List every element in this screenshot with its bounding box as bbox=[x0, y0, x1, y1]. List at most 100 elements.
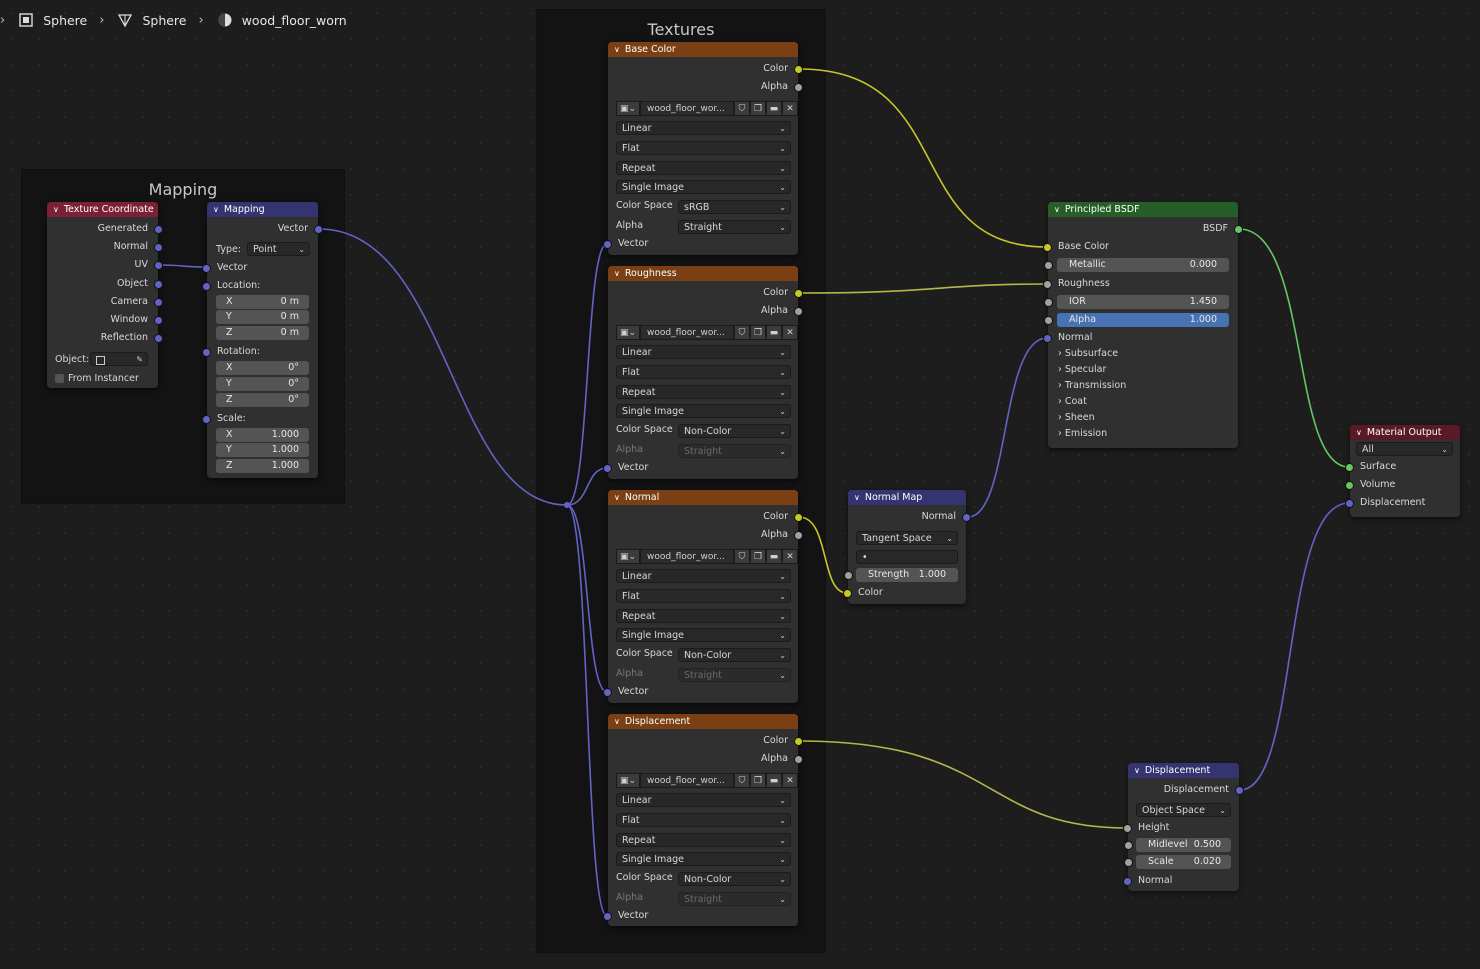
panel-sheen[interactable]: › Sheen bbox=[1058, 412, 1095, 423]
fake-user-icon[interactable]: ⛉ bbox=[734, 325, 750, 340]
socket[interactable] bbox=[1345, 481, 1354, 490]
socket[interactable] bbox=[603, 912, 612, 921]
colorspace-dropdown[interactable]: Non-Color ⌄ bbox=[678, 648, 791, 662]
socket[interactable] bbox=[1044, 298, 1053, 307]
ior-field[interactable]: IOR 1.450 bbox=[1044, 295, 1229, 309]
alpha-mode-dropdown[interactable]: Straight ⌄ bbox=[678, 220, 791, 234]
node-material-output[interactable]: ∨ Material Output All ⌄ Surface Volume Dis… bbox=[1345, 425, 1460, 517]
image-browse-icon[interactable]: ▣⌄ bbox=[616, 325, 640, 340]
chevron-down-icon[interactable]: ∨ bbox=[1134, 763, 1140, 778]
socket[interactable] bbox=[794, 307, 803, 316]
colorspace-dropdown[interactable]: Non-Color ⌄ bbox=[678, 424, 791, 438]
node-editor-canvas[interactable]: Mapping Textures › Sphere › Sphere › woo… bbox=[0, 0, 1480, 969]
close-icon[interactable]: ✕ bbox=[782, 549, 798, 564]
duplicate-icon[interactable]: ❐ bbox=[750, 773, 766, 788]
type-dropdown[interactable]: Point ⌄ bbox=[247, 242, 310, 256]
colorspace-dropdown[interactable]: sRGB ⌄ bbox=[678, 200, 791, 214]
eyedropper-icon[interactable]: ✎ bbox=[136, 353, 143, 367]
socket[interactable] bbox=[794, 737, 803, 746]
socket[interactable] bbox=[1044, 261, 1053, 270]
node-header[interactable]: ∨ Mapping bbox=[207, 202, 318, 217]
fake-user-icon[interactable]: ⛉ bbox=[734, 101, 750, 116]
panel-emission[interactable]: › Emission bbox=[1058, 428, 1107, 439]
chevron-down-icon[interactable]: ∨ bbox=[614, 42, 620, 57]
node-header[interactable]: ∨ Base Color bbox=[608, 42, 798, 57]
duplicate-icon[interactable]: ❐ bbox=[750, 101, 766, 116]
image-selector[interactable]: ▣⌄ wood_floor_wor... ⛉ ❐ ▬ ✕ bbox=[616, 549, 798, 564]
interpolation-dropdown[interactable]: Linear ⌄ bbox=[616, 569, 791, 583]
socket[interactable] bbox=[603, 240, 612, 249]
socket[interactable] bbox=[1043, 243, 1052, 252]
chevron-down-icon[interactable]: ∨ bbox=[213, 202, 219, 217]
socket[interactable] bbox=[1123, 824, 1132, 833]
extension-dropdown[interactable]: Repeat ⌄ bbox=[616, 161, 791, 175]
projection-dropdown[interactable]: Flat ⌄ bbox=[616, 813, 791, 827]
node-header[interactable]: ∨ Material Output bbox=[1350, 425, 1460, 440]
colorspace-dropdown[interactable]: Non-Color ⌄ bbox=[678, 872, 791, 886]
uvmap-field[interactable]: • bbox=[856, 550, 958, 564]
duplicate-icon[interactable]: ❐ bbox=[750, 325, 766, 340]
scale-y-field[interactable]: Y 1.000 bbox=[216, 443, 309, 457]
extension-dropdown[interactable]: Repeat ⌄ bbox=[616, 385, 791, 399]
location-x-field[interactable]: X0 m bbox=[216, 295, 309, 309]
node-mapping[interactable]: ∨ Mapping Vector Type: Point ⌄ Vector Loca… bbox=[202, 202, 323, 478]
node-header[interactable]: ∨ Principled BSDF bbox=[1048, 202, 1238, 217]
source-dropdown[interactable]: Single Image ⌄ bbox=[616, 852, 791, 866]
socket[interactable] bbox=[154, 225, 163, 234]
alpha-field[interactable]: Alpha 1.000 bbox=[1044, 313, 1229, 327]
node-header[interactable]: ∨ Displacement bbox=[608, 714, 798, 729]
image-selector[interactable]: ▣⌄ wood_floor_wor... ⛉ ❐ ▬ ✕ bbox=[616, 773, 798, 788]
strength-field[interactable]: Strength 1.000 bbox=[844, 568, 958, 582]
source-dropdown[interactable]: Single Image ⌄ bbox=[616, 180, 791, 194]
socket[interactable] bbox=[1345, 499, 1354, 508]
close-icon[interactable]: ✕ bbox=[782, 773, 798, 788]
folder-icon[interactable]: ▬ bbox=[766, 325, 782, 340]
node-header[interactable]: ∨ Texture Coordinate bbox=[47, 202, 158, 217]
scale-x-field[interactable]: X 1.000 bbox=[216, 428, 309, 442]
node-normal-map[interactable]: ∨ Normal Map Normal Tangent Space ⌄ • Stre… bbox=[843, 490, 971, 604]
socket[interactable] bbox=[844, 571, 853, 580]
midlevel-field[interactable]: Midlevel 0.500 bbox=[1124, 838, 1231, 852]
chevron-down-icon[interactable]: ∨ bbox=[614, 266, 620, 281]
rotation-z-field[interactable]: Z 0° bbox=[216, 393, 309, 407]
scale-field[interactable]: Scale 0.020 bbox=[1124, 855, 1231, 869]
socket[interactable] bbox=[154, 243, 163, 252]
chevron-down-icon[interactable]: ∨ bbox=[614, 490, 620, 505]
projection-dropdown[interactable]: Flat ⌄ bbox=[616, 365, 791, 379]
panel-specular[interactable]: › Specular bbox=[1058, 364, 1106, 375]
socket[interactable] bbox=[794, 513, 803, 522]
interpolation-dropdown[interactable]: Linear ⌄ bbox=[616, 121, 791, 135]
fake-user-icon[interactable]: ⛉ bbox=[734, 773, 750, 788]
socket[interactable] bbox=[603, 688, 612, 697]
node-image-texture[interactable]: ∨ Normal Color Alpha ▣⌄ wood_floor_wor... ⛉ ❐ ▬ ✕… bbox=[603, 490, 803, 703]
image-name-field[interactable]: wood_floor_wor... bbox=[640, 773, 734, 788]
chevron-down-icon[interactable]: ∨ bbox=[1054, 202, 1060, 217]
socket[interactable] bbox=[154, 261, 163, 270]
node-image-texture[interactable]: ∨ Roughness Color Alpha ▣⌄ wood_floor_wor... ⛉… bbox=[603, 266, 803, 479]
location-z-field[interactable]: Z0 m bbox=[216, 326, 309, 340]
socket[interactable] bbox=[603, 464, 612, 473]
socket[interactable] bbox=[1234, 225, 1243, 234]
socket[interactable] bbox=[1043, 280, 1052, 289]
image-browse-icon[interactable]: ▣⌄ bbox=[616, 549, 640, 564]
checkbox-icon[interactable] bbox=[55, 374, 64, 383]
image-name-field[interactable]: wood_floor_wor... bbox=[640, 549, 734, 564]
socket[interactable] bbox=[1235, 786, 1244, 795]
node-principled-bsdf[interactable]: ∨ Principled BSDF BSDF Base Color Metalli… bbox=[1043, 202, 1243, 448]
socket[interactable] bbox=[794, 531, 803, 540]
socket[interactable] bbox=[1123, 877, 1132, 886]
node-header[interactable]: ∨ Normal Map bbox=[848, 490, 966, 505]
socket[interactable] bbox=[314, 225, 323, 234]
scale-z-field[interactable]: Z 1.000 bbox=[216, 459, 309, 473]
chevron-down-icon[interactable]: ∨ bbox=[53, 202, 59, 217]
node-header[interactable]: ∨ Displacement bbox=[1128, 763, 1239, 778]
image-browse-icon[interactable]: ▣⌄ bbox=[616, 773, 640, 788]
breadcrumb-mesh[interactable]: Sphere bbox=[142, 13, 186, 28]
breadcrumb-object[interactable]: Sphere bbox=[43, 13, 87, 28]
metallic-field[interactable]: Metallic 0.000 bbox=[1044, 258, 1229, 272]
image-name-field[interactable]: wood_floor_wor... bbox=[640, 325, 734, 340]
folder-icon[interactable]: ▬ bbox=[766, 549, 782, 564]
socket[interactable] bbox=[794, 289, 803, 298]
socket[interactable] bbox=[1345, 463, 1354, 472]
close-icon[interactable]: ✕ bbox=[782, 101, 798, 116]
